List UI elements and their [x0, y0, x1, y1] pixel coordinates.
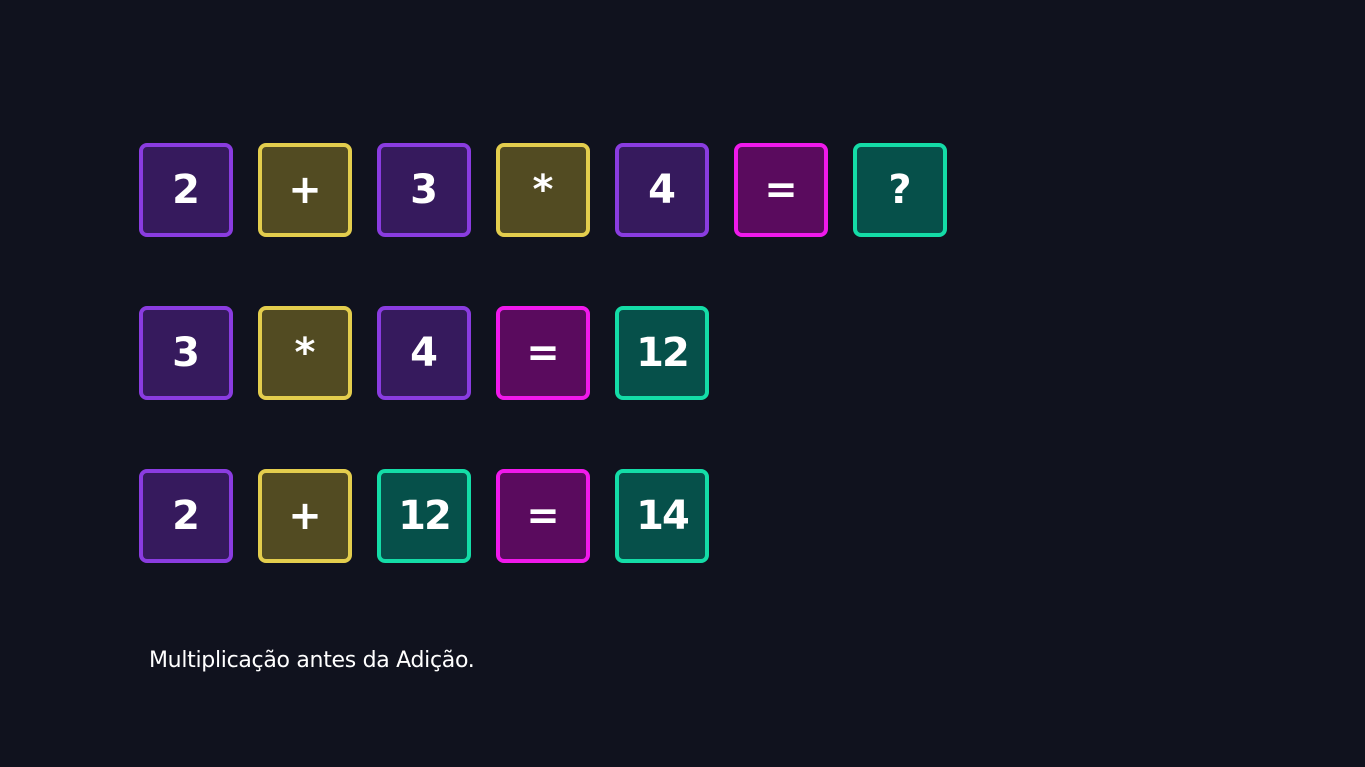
- equals-tile: =: [496, 469, 590, 563]
- slide: 2 + 3 * 4 = ? 3 * 4 = 12 2 + 12 = 14 Mul…: [0, 0, 1365, 767]
- unknown-result-tile: ?: [853, 143, 947, 237]
- plus-operator-tile: +: [258, 143, 352, 237]
- multiply-operator-tile: *: [258, 306, 352, 400]
- number-tile: 2: [139, 469, 233, 563]
- plus-operator-tile: +: [258, 469, 352, 563]
- intermediate-result-tile: 12: [377, 469, 471, 563]
- expression-row-addition-step: 2 + 12 = 14: [139, 469, 709, 563]
- multiply-operator-tile: *: [496, 143, 590, 237]
- result-tile: 12: [615, 306, 709, 400]
- expression-row-original: 2 + 3 * 4 = ?: [139, 143, 947, 237]
- equals-tile: =: [734, 143, 828, 237]
- number-tile: 2: [139, 143, 233, 237]
- expression-row-multiplication-step: 3 * 4 = 12: [139, 306, 709, 400]
- final-result-tile: 14: [615, 469, 709, 563]
- equals-tile: =: [496, 306, 590, 400]
- number-tile: 4: [615, 143, 709, 237]
- number-tile: 4: [377, 306, 471, 400]
- number-tile: 3: [377, 143, 471, 237]
- caption-text: Multiplicação antes da Adição.: [149, 648, 475, 673]
- number-tile: 3: [139, 306, 233, 400]
